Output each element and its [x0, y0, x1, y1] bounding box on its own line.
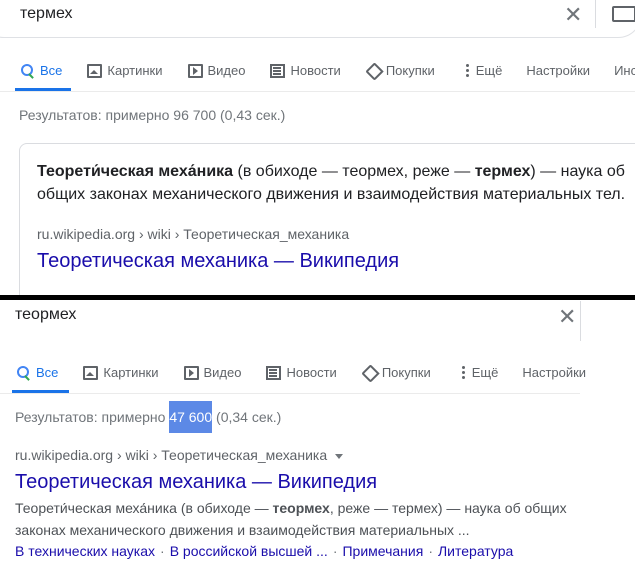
- tab-tools[interactable]: Инст: [614, 56, 635, 84]
- tab-video[interactable]: Видео: [187, 56, 245, 84]
- tab-more[interactable]: Ещё: [459, 56, 502, 84]
- result-stats: Результатов: примерно 47 600 (0,34 сек.): [15, 401, 281, 433]
- keyboard-icon[interactable]: [612, 6, 635, 22]
- top-screenshot: термех ✕ Все Картинки Видео Новости Поку…: [0, 0, 635, 296]
- search-input[interactable]: теормех: [15, 306, 76, 324]
- clear-icon[interactable]: ✕: [558, 306, 576, 328]
- separator-dot: ·: [428, 543, 433, 559]
- more-icon: [459, 62, 471, 78]
- tab-images[interactable]: Картинки: [82, 358, 159, 386]
- tabs-divider: [0, 91, 635, 92]
- featured-snippet-text: Теорети́ческая меха́ника (в обиходе — те…: [37, 163, 626, 203]
- divider: [595, 0, 596, 28]
- tag-icon: [365, 62, 381, 78]
- more-icon: [455, 364, 467, 380]
- divider: [580, 301, 581, 341]
- result-url[interactable]: ru.wikipedia.org › wiki › Теоретическая_…: [15, 447, 344, 463]
- image-icon: [82, 364, 99, 380]
- video-icon: [187, 62, 203, 78]
- search-tabs: Все Картинки Видео Новости Покупки Ещё Н…: [0, 56, 635, 84]
- tab-shopping[interactable]: Покупки: [361, 358, 431, 386]
- result-title-link[interactable]: Теоретическая механика — Википедия: [15, 471, 377, 494]
- news-icon: [269, 62, 286, 78]
- tabs-divider: [0, 393, 580, 394]
- tab-shopping[interactable]: Покупки: [365, 56, 435, 84]
- tab-all[interactable]: Все: [19, 56, 62, 84]
- sitelinks: В технических науках · В российской высшей…: [15, 543, 513, 559]
- sitelink[interactable]: Примечания: [342, 543, 423, 559]
- search-input[interactable]: термех: [20, 5, 73, 23]
- tab-all[interactable]: Все: [15, 358, 58, 386]
- result-description: Теорети́ческая меха́ника (в обиходе — те…: [15, 500, 567, 538]
- tab-more[interactable]: Ещё: [455, 358, 498, 386]
- tab-news[interactable]: Новости: [269, 56, 341, 84]
- highlighted-count: 47 600: [169, 401, 213, 433]
- tab-settings[interactable]: Настройки: [526, 56, 590, 84]
- video-icon: [183, 364, 199, 380]
- sitelink[interactable]: Литература: [438, 543, 513, 559]
- result-stats: Результатов: примерно 96 700 (0,43 сек.): [19, 107, 286, 123]
- separator-dot: ·: [160, 543, 165, 559]
- news-icon: [265, 364, 282, 380]
- tab-news[interactable]: Новости: [265, 358, 337, 386]
- tab-settings[interactable]: Настройки: [522, 358, 586, 386]
- search-tabs: Все Картинки Видео Новости Покупки Ещё Н…: [0, 358, 586, 386]
- result-title-link[interactable]: Теоретическая механика — Википедия: [37, 250, 399, 273]
- result-url[interactable]: ru.wikipedia.org › wiki › Теоретическая_…: [37, 226, 349, 242]
- image-icon: [86, 62, 103, 78]
- tag-icon: [361, 364, 377, 380]
- search-icon: [15, 364, 31, 380]
- sitelink[interactable]: В российской высшей ...: [170, 543, 328, 559]
- tab-images[interactable]: Картинки: [86, 56, 163, 84]
- clear-icon[interactable]: ✕: [564, 4, 582, 26]
- tab-video[interactable]: Видео: [183, 358, 241, 386]
- search-icon: [19, 62, 35, 78]
- screenshot-separator: [0, 295, 635, 300]
- separator-dot: ·: [332, 543, 338, 559]
- search-box[interactable]: [0, 0, 635, 38]
- sitelink[interactable]: В технических науках: [15, 543, 155, 559]
- chevron-down-icon[interactable]: [335, 453, 344, 459]
